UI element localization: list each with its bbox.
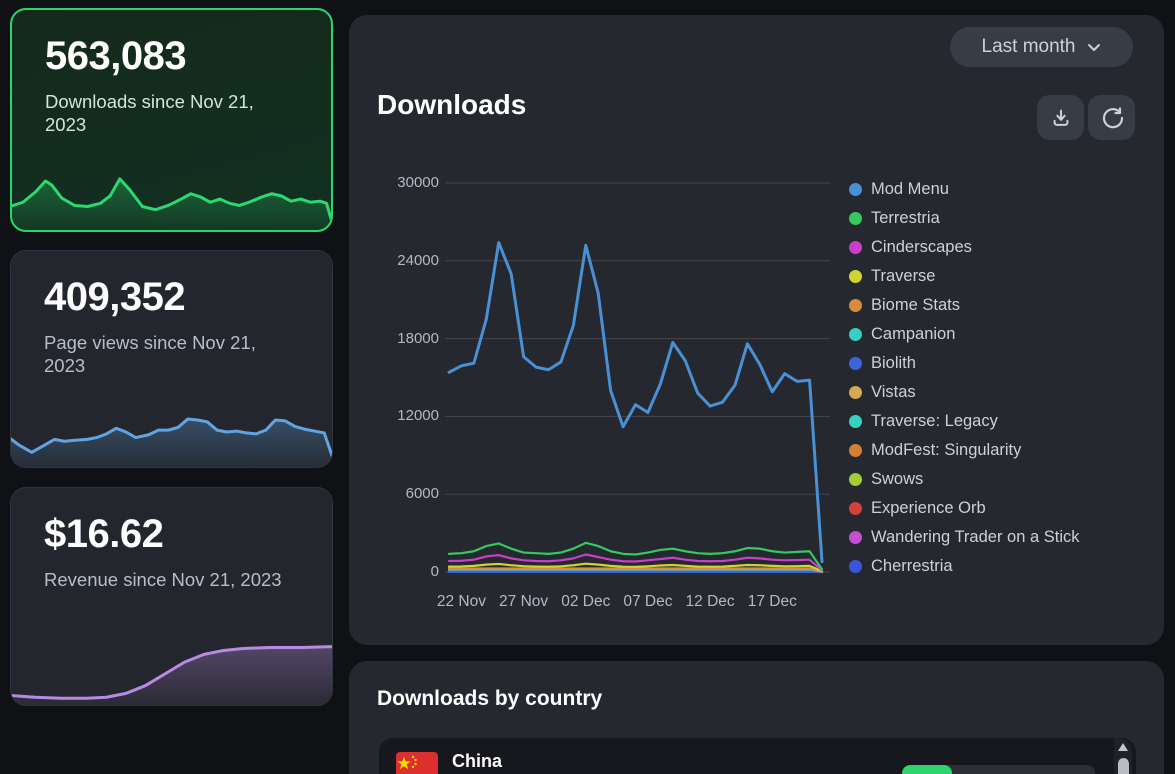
revenue-total-label: Revenue since Nov 21, 2023 (44, 568, 299, 591)
legend-dot-icon (849, 531, 862, 544)
downloads-sparkline (10, 147, 333, 232)
legend-dot-icon (849, 299, 862, 312)
y-tick-label: 30000 (367, 174, 439, 191)
legend-item[interactable]: Biome Stats (849, 291, 1080, 320)
x-tick-label: 07 Dec (613, 593, 683, 611)
downloads-chart-plot (445, 181, 830, 574)
legend-dot-icon (849, 386, 862, 399)
legend-item[interactable]: Swows (849, 465, 1080, 494)
legend-label: Traverse (871, 267, 936, 286)
legend-item[interactable]: Mod Menu (849, 175, 1080, 204)
country-panel: Downloads by country China (349, 661, 1164, 774)
legend-dot-icon (849, 502, 862, 515)
legend-label: Vistas (871, 383, 916, 402)
legend-dot-icon (849, 444, 862, 457)
country-list: China (379, 738, 1136, 774)
legend-dot-icon (849, 415, 862, 428)
legend-label: Campanion (871, 325, 955, 344)
legend-label: Traverse: Legacy (871, 412, 998, 431)
panel-title: Downloads (377, 89, 526, 121)
x-tick-label: 27 Nov (489, 593, 559, 611)
x-tick-label: 12 Dec (675, 593, 745, 611)
analytics-page: { "colors": { "page_bg": "#0f1114", "pan… (0, 0, 1175, 774)
y-tick-label: 6000 (367, 485, 439, 502)
revenue-sparkline (10, 629, 333, 706)
legend-item[interactable]: Cinderscapes (849, 233, 1080, 262)
export-button[interactable] (1037, 95, 1084, 140)
legend-dot-icon (849, 212, 862, 225)
legend-dot-icon (849, 241, 862, 254)
legend-item[interactable]: Wandering Trader on a Stick (849, 523, 1080, 552)
y-tick-label: 24000 (367, 252, 439, 269)
date-range-label: Last month (982, 36, 1076, 58)
page-views-total: 409,352 (44, 275, 185, 320)
legend-item[interactable]: Traverse: Legacy (849, 407, 1080, 436)
legend-dot-icon (849, 328, 862, 341)
country-list-scrollbar[interactable] (1114, 738, 1132, 774)
refresh-button[interactable] (1088, 95, 1135, 140)
legend-item[interactable]: Vistas (849, 378, 1080, 407)
country-name: China (452, 751, 502, 772)
scrollbar-thumb[interactable] (1118, 758, 1129, 774)
legend-item[interactable]: Campanion (849, 320, 1080, 349)
legend-item[interactable]: Cherrestria (849, 552, 1080, 581)
legend-label: Swows (871, 470, 923, 489)
stat-card-downloads: 563,083 Downloads since Nov 21, 2023 (10, 8, 333, 232)
legend-label: Mod Menu (871, 180, 949, 199)
china-flag-icon (396, 752, 438, 774)
country-panel-title: Downloads by country (377, 687, 602, 711)
x-tick-label: 17 Dec (737, 593, 807, 611)
legend-label: ModFest: Singularity (871, 441, 1021, 460)
legend-item[interactable]: ModFest: Singularity (849, 436, 1080, 465)
chevron-down-icon (1086, 39, 1102, 55)
chart-legend: Mod Menu Terrestria Cinderscapes Traverse Bi… (849, 175, 1080, 581)
legend-label: Experience Orb (871, 499, 986, 518)
country-progress-fill (902, 765, 952, 774)
stat-card-page-views: 409,352 Page views since Nov 21, 2023 (10, 250, 333, 468)
page-views-sparkline (10, 395, 333, 468)
page-views-total-label: Page views since Nov 21, 2023 (44, 331, 299, 377)
legend-label: Biolith (871, 354, 916, 373)
downloads-panel: Last month Downloads 0 6000 12000 18000 2400… (349, 15, 1164, 645)
download-icon (1050, 107, 1072, 129)
revenue-total: $16.62 (44, 512, 163, 557)
legend-label: Biome Stats (871, 296, 960, 315)
scroll-up-arrow-icon[interactable] (1117, 742, 1129, 752)
legend-dot-icon (849, 270, 862, 283)
legend-dot-icon (849, 560, 862, 573)
x-tick-label: 02 Dec (551, 593, 621, 611)
y-tick-label: 18000 (367, 330, 439, 347)
legend-item[interactable]: Biolith (849, 349, 1080, 378)
y-tick-label: 0 (367, 563, 439, 580)
legend-label: Terrestria (871, 209, 940, 228)
legend-dot-icon (849, 183, 862, 196)
legend-item[interactable]: Terrestria (849, 204, 1080, 233)
y-tick-label: 12000 (367, 407, 439, 424)
x-tick-label: 22 Nov (426, 593, 496, 611)
downloads-total-label: Downloads since Nov 21, 2023 (45, 90, 300, 136)
country-progress-bar (902, 765, 1095, 774)
legend-dot-icon (849, 357, 862, 370)
legend-item[interactable]: Experience Orb (849, 494, 1080, 523)
legend-label: Cinderscapes (871, 238, 972, 257)
date-range-selector[interactable]: Last month (950, 27, 1133, 67)
stat-card-revenue: $16.62 Revenue since Nov 21, 2023 (10, 487, 333, 706)
legend-item[interactable]: Traverse (849, 262, 1080, 291)
downloads-total: 563,083 (45, 34, 186, 79)
refresh-icon (1100, 106, 1124, 130)
legend-label: Cherrestria (871, 557, 953, 576)
legend-label: Wandering Trader on a Stick (871, 528, 1080, 547)
legend-dot-icon (849, 473, 862, 486)
